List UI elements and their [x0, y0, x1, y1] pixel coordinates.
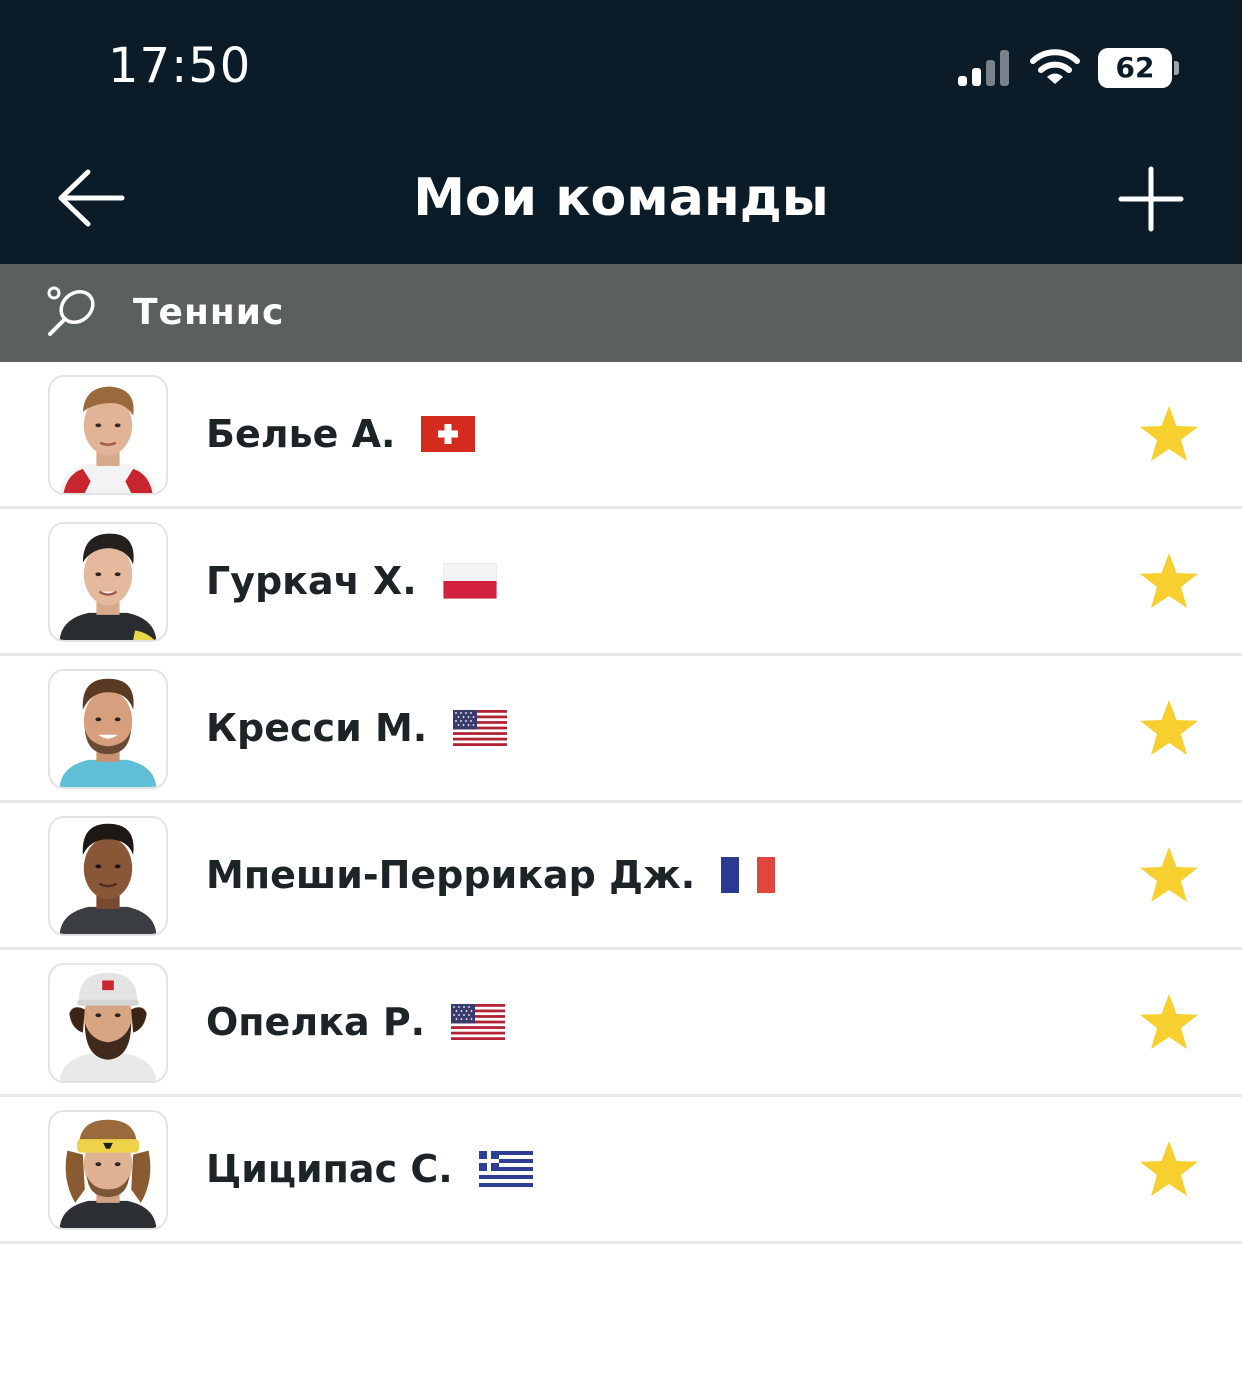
page-title: Мои команды [413, 168, 829, 228]
player-name-wrap: Мпеши-Перрикар Дж. [206, 803, 776, 947]
player-avatar [48, 522, 168, 642]
player-name: Гуркач Х. [206, 559, 417, 603]
list-item[interactable]: Гуркач Х. [0, 509, 1242, 656]
favorite-star-icon[interactable] [1138, 698, 1200, 758]
battery-tip [1174, 61, 1179, 75]
favorite-star-icon[interactable] [1138, 404, 1200, 464]
favorite-star-icon[interactable] [1138, 1139, 1200, 1199]
add-icon[interactable] [1118, 166, 1184, 232]
player-name-wrap: Белье А. [206, 362, 476, 506]
player-avatar [48, 1110, 168, 1230]
favorite-star-icon[interactable] [1138, 992, 1200, 1052]
battery-level: 62 [1098, 48, 1172, 88]
list-item[interactable]: Кресси М. [0, 656, 1242, 803]
poland-flag-icon [442, 563, 497, 599]
list-item[interactable]: Белье А. [0, 362, 1242, 509]
cellular-signal-icon [958, 50, 1009, 86]
player-name: Кресси М. [206, 706, 428, 750]
favorite-star-icon[interactable] [1138, 551, 1200, 611]
player-avatar [48, 816, 168, 936]
list-item[interactable]: Опелка Р. [0, 950, 1242, 1097]
usa-flag-icon [451, 1004, 506, 1040]
greece-flag-icon [478, 1151, 533, 1187]
battery-indicator: 62 [1098, 48, 1180, 88]
player-avatar [48, 375, 168, 495]
player-name: Белье А. [206, 412, 396, 456]
player-name: Циципас С. [206, 1147, 453, 1191]
switzerland-flag-icon [421, 416, 476, 452]
player-name: Опелка Р. [206, 1000, 426, 1044]
app-header: 17:50 62 Мои команды [0, 0, 1242, 264]
usa-flag-icon [453, 710, 508, 746]
favorite-star-icon[interactable] [1138, 845, 1200, 905]
list-item[interactable]: Циципас С. [0, 1097, 1242, 1244]
player-name-wrap: Опелка Р. [206, 950, 506, 1094]
section-title: Теннис [133, 292, 285, 333]
france-flag-icon [721, 857, 776, 893]
player-name-wrap: Гуркач Х. [206, 509, 497, 653]
player-avatar [48, 669, 168, 789]
player-name-wrap: Кресси М. [206, 656, 508, 800]
player-name-wrap: Циципас С. [206, 1097, 533, 1241]
favorites-list: Белье А. Гуркач Х. Кресси М. Мпеши-Перри… [0, 362, 1242, 1244]
wifi-icon [1030, 49, 1080, 84]
player-avatar [48, 963, 168, 1083]
list-item[interactable]: Мпеши-Перрикар Дж. [0, 803, 1242, 950]
player-name: Мпеши-Перрикар Дж. [206, 853, 696, 897]
tennis-racket-icon [47, 286, 95, 336]
status-time: 17:50 [108, 38, 252, 94]
